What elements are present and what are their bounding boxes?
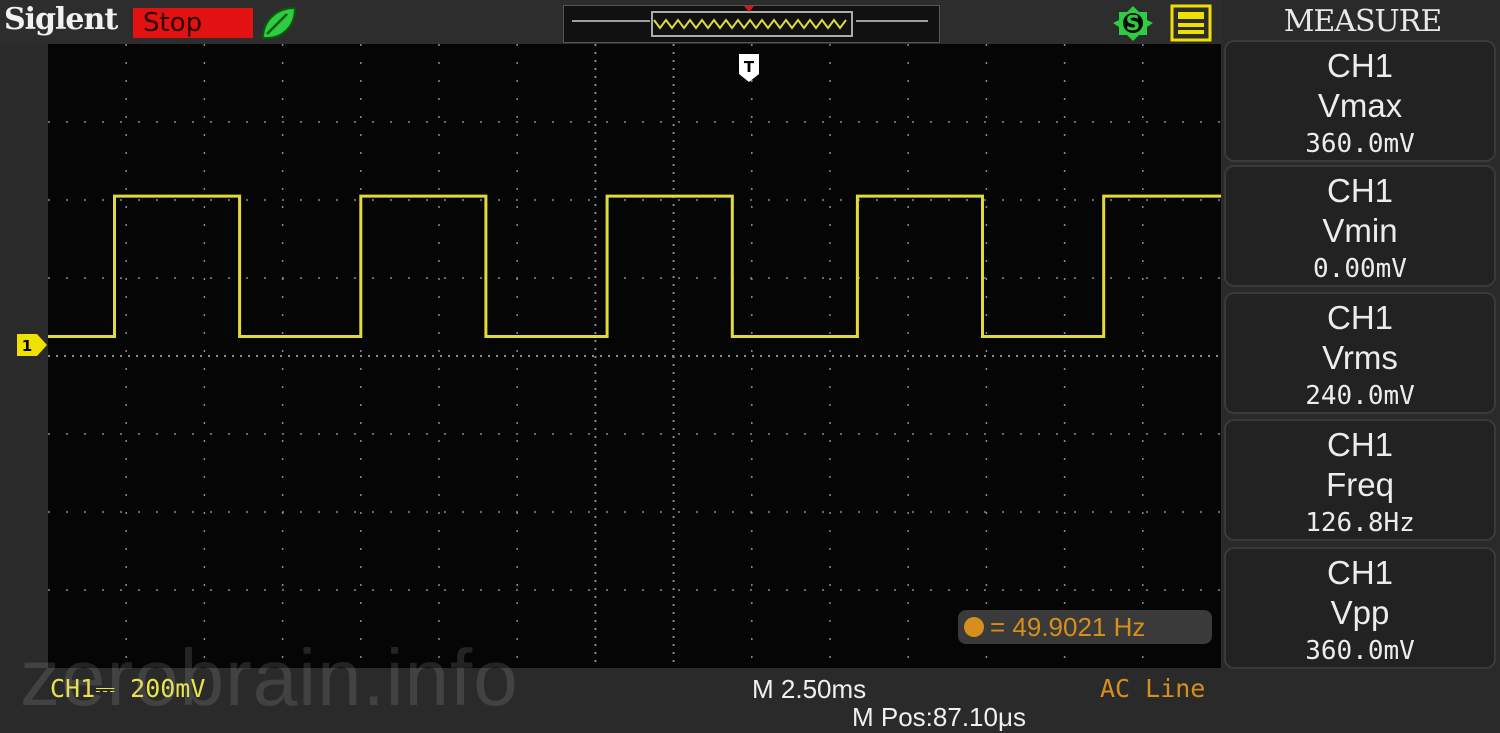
timebase-readout[interactable]: M 2.50ms: [752, 674, 866, 705]
measure-param: Vrms: [1322, 339, 1398, 376]
measure-card-vpp[interactable]: CH1 Vpp 360.0mV: [1224, 547, 1496, 669]
brand-logo: Siglent: [4, 2, 118, 37]
trigger-marker-label: T: [744, 58, 755, 76]
waveform-display[interactable]: T: [48, 44, 1221, 668]
measure-param: Vmax: [1317, 87, 1403, 124]
frequency-icon: [964, 617, 984, 637]
trigger-frequency-value: = 49.9021 Hz: [990, 612, 1146, 642]
s-circle-icon: S: [1113, 6, 1153, 41]
measure-card-vrms[interactable]: CH1 Vrms 240.0mV: [1224, 292, 1496, 414]
trigger-frequency-readout: = 49.9021 Hz: [958, 610, 1212, 644]
measure-value: 240.0mV: [1305, 381, 1415, 411]
measure-channel: CH1: [1326, 47, 1394, 84]
horizontal-position-readout[interactable]: M Pos:87.10μs: [852, 702, 1026, 733]
trigger-source-readout[interactable]: AC Line: [1100, 674, 1205, 703]
trigger-t-icon: T: [739, 54, 759, 82]
measure-card-vmin[interactable]: CH1 Vmin 0.00mV: [1224, 165, 1496, 287]
measure-card-freq[interactable]: CH1 Freq 126.8Hz: [1224, 419, 1496, 541]
ch1-marker-icon[interactable]: 1: [17, 334, 47, 356]
usb-storage-icon: [1170, 4, 1212, 42]
ch1-marker-label: 1: [22, 337, 32, 355]
measure-value: 360.0mV: [1305, 636, 1415, 666]
measure-channel: CH1: [1326, 426, 1394, 463]
ch1-trace: [48, 194, 1221, 338]
measure-param: Vpp: [1330, 594, 1390, 631]
measure-value: 126.8Hz: [1305, 508, 1415, 538]
measure-menu-title: MEASURE: [1283, 4, 1443, 39]
measure-value: 0.00mV: [1313, 254, 1407, 284]
svg-text:S: S: [1126, 11, 1140, 35]
measure-card-vmax[interactable]: CH1 Vmax 360.0mV: [1224, 40, 1496, 162]
watermark-text: zerobrain.info: [20, 633, 519, 722]
waveform-memory-icon[interactable]: [563, 5, 940, 43]
measure-param: Vmin: [1322, 212, 1398, 249]
graticule-grid: [48, 44, 1221, 668]
measure-value: 360.0mV: [1305, 129, 1415, 159]
measure-channel: CH1: [1326, 299, 1394, 336]
leaf-pass-icon: [261, 6, 297, 39]
measure-channel: CH1: [1326, 172, 1394, 209]
measure-channel: CH1: [1326, 554, 1394, 591]
measure-param: Freq: [1326, 466, 1394, 503]
run-stop-status[interactable]: Stop: [133, 8, 253, 38]
